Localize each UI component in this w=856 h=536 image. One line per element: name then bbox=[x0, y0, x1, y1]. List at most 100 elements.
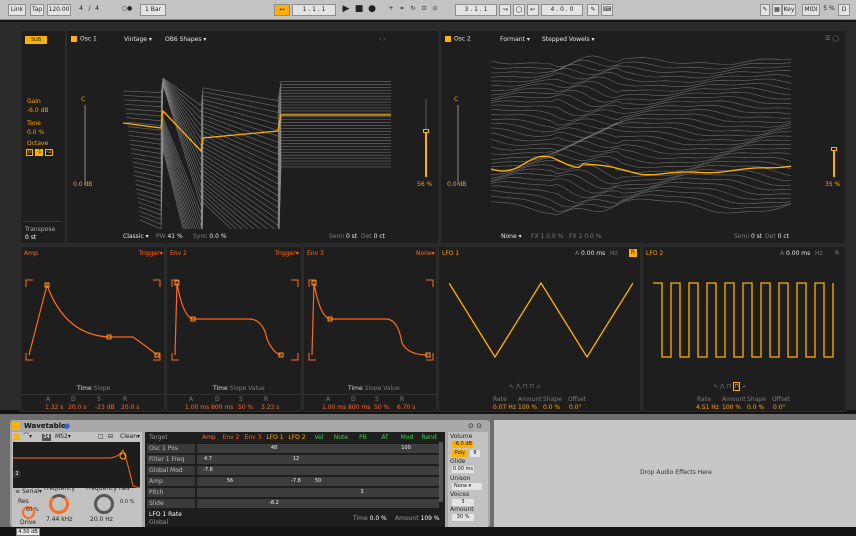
matrix-cell[interactable] bbox=[263, 477, 285, 486]
filter-type-icon[interactable]: ⌒▾ bbox=[23, 434, 32, 440]
lfo-attack[interactable]: A 0.00 ms bbox=[780, 251, 810, 257]
matrix-cell[interactable] bbox=[395, 499, 417, 508]
matrix-cell[interactable] bbox=[329, 444, 351, 453]
sustain-value[interactable]: 50 % bbox=[238, 405, 253, 411]
arrangement-position[interactable]: 1 . 1 . 1 bbox=[292, 4, 336, 16]
matrix-cell[interactable] bbox=[395, 466, 417, 475]
filter-routing-icon[interactable]: ⊟ bbox=[108, 434, 113, 440]
osc1-detune[interactable]: Det 0 ct bbox=[361, 234, 385, 240]
decay-value[interactable]: 800 ms bbox=[211, 405, 233, 411]
release-value[interactable]: 20.0 s bbox=[121, 405, 139, 411]
amp-envelope-display[interactable] bbox=[25, 279, 161, 361]
lfo-retrigger[interactable]: R bbox=[835, 251, 839, 257]
osc2-position-value[interactable]: 35 % bbox=[825, 182, 840, 188]
draw-mode-icon[interactable]: ✎ bbox=[587, 4, 599, 16]
sustain-value[interactable]: 50 % bbox=[374, 405, 389, 411]
matrix-cell[interactable] bbox=[307, 444, 329, 453]
matrix-cell[interactable] bbox=[241, 466, 263, 475]
matrix-cell[interactable] bbox=[241, 455, 263, 464]
sig-numerator[interactable]: 4 bbox=[76, 4, 86, 16]
matrix-row-target[interactable]: Slide bbox=[147, 499, 195, 508]
hotswap-icon[interactable]: ● bbox=[64, 423, 70, 430]
matrix-cell[interactable] bbox=[241, 488, 263, 497]
matrix-cell[interactable]: 56 bbox=[219, 477, 241, 486]
matrix-cell[interactable] bbox=[307, 499, 329, 508]
matrix-cell[interactable] bbox=[373, 477, 395, 486]
matrix-cell[interactable] bbox=[307, 488, 329, 497]
rate-value[interactable]: 4.51 Hz bbox=[696, 405, 719, 411]
osc1-wavetable-display[interactable] bbox=[123, 53, 393, 229]
offset-value[interactable]: 0.0° bbox=[569, 405, 582, 411]
osc2-header[interactable]: Osc 2 bbox=[445, 36, 471, 43]
lfo-retrigger[interactable]: R bbox=[629, 249, 637, 257]
stop-icon[interactable]: ■ bbox=[354, 4, 364, 16]
loop-icon[interactable]: ◯ bbox=[513, 4, 525, 16]
sub-gain-value[interactable]: -6.0 dB bbox=[27, 108, 49, 114]
osc1-header[interactable]: Osc 1 bbox=[71, 36, 97, 43]
osc2-gain-slider[interactable] bbox=[457, 105, 459, 185]
lfo-hz-toggle[interactable]: Hz bbox=[610, 251, 618, 257]
matrix-cell[interactable] bbox=[417, 499, 439, 508]
filter-toggle[interactable] bbox=[14, 434, 20, 440]
quantization-menu[interactable]: 1 Bar bbox=[140, 4, 166, 16]
osc2-wavetable-menu[interactable]: Stepped Vowels ▾ bbox=[542, 37, 595, 43]
link-button[interactable]: Link bbox=[8, 4, 26, 16]
res-value[interactable]: 60 % bbox=[26, 508, 39, 513]
freq-res-value[interactable]: 20.0 Hz bbox=[90, 517, 113, 523]
matrix-cell[interactable] bbox=[219, 455, 241, 464]
osc1-gain-slider[interactable] bbox=[84, 105, 86, 185]
matrix-cell[interactable] bbox=[197, 488, 219, 497]
matrix-cell[interactable] bbox=[329, 477, 351, 486]
matrix-cell[interactable] bbox=[219, 466, 241, 475]
osc1-effect-menu[interactable]: Classic ▾ bbox=[123, 234, 149, 240]
osc1-category-menu[interactable]: Vintage ▾ bbox=[124, 37, 152, 43]
attack-value[interactable]: 1.00 ms bbox=[185, 405, 209, 411]
matrix-cell[interactable] bbox=[197, 477, 219, 486]
matrix-amount[interactable]: Amount 109 % bbox=[395, 516, 440, 522]
matrix-cell[interactable] bbox=[395, 455, 417, 464]
matrix-cell[interactable] bbox=[285, 444, 307, 453]
filter-view-icon[interactable]: □ bbox=[98, 434, 104, 440]
matrix-row-target[interactable]: Filter 1 Freq bbox=[147, 455, 195, 464]
lfo1-display[interactable] bbox=[449, 279, 633, 361]
decay-value[interactable]: 20.0 s bbox=[68, 405, 86, 411]
matrix-cell[interactable] bbox=[329, 499, 351, 508]
matrix-time[interactable]: Time 0.0 % bbox=[353, 516, 387, 522]
matrix-cell[interactable]: 3 bbox=[351, 488, 373, 497]
osc2-effect-menu[interactable]: None ▾ bbox=[501, 234, 522, 240]
matrix-cell[interactable] bbox=[219, 488, 241, 497]
osc1-position-value[interactable]: 56 % bbox=[417, 182, 432, 188]
sustain-value[interactable]: -23 dB bbox=[95, 405, 115, 411]
osc1-toggle-icon[interactable] bbox=[71, 36, 77, 42]
matrix-cell[interactable] bbox=[351, 466, 373, 475]
osc2-view-icon[interactable]: ☰ ◯ bbox=[825, 36, 839, 42]
matrix-cell[interactable] bbox=[351, 455, 373, 464]
matrix-row-target[interactable]: Global Mod bbox=[147, 466, 195, 475]
metronome-button[interactable]: ○● bbox=[118, 4, 136, 16]
unison-amount-value[interactable]: 30 % bbox=[452, 514, 474, 521]
filter-mode-menu[interactable]: MS2▾ bbox=[55, 434, 71, 440]
octave-minus-1[interactable]: -1 bbox=[35, 149, 43, 156]
filter-serial-menu[interactable]: ≡ Serial▾ bbox=[15, 489, 42, 495]
keyboard-icon[interactable]: ▦ bbox=[772, 4, 782, 16]
play-icon[interactable]: ▶ bbox=[341, 4, 351, 16]
matrix-cell[interactable] bbox=[219, 444, 241, 453]
osc2-wavetable-display[interactable] bbox=[491, 53, 797, 229]
env3-display[interactable] bbox=[308, 279, 434, 361]
matrix-cell[interactable] bbox=[395, 488, 417, 497]
matrix-cell[interactable] bbox=[329, 455, 351, 464]
release-value[interactable]: 6.70 s bbox=[397, 405, 415, 411]
matrix-cell[interactable]: -7.8 bbox=[285, 477, 307, 486]
env-mode-menu[interactable]: Trigger▾ bbox=[275, 251, 299, 257]
matrix-cell[interactable] bbox=[373, 499, 395, 508]
osc2-toggle-icon[interactable] bbox=[445, 36, 451, 42]
matrix-cell[interactable] bbox=[373, 444, 395, 453]
tap-button[interactable]: Tap bbox=[30, 4, 44, 16]
lfo-shape-selector[interactable]: ∿ ⋀ ⊓ ⊓ ⩘ bbox=[713, 382, 745, 391]
computer-keyboard-icon[interactable]: ⌨ bbox=[601, 4, 613, 16]
osc1-position-slider[interactable] bbox=[423, 99, 429, 177]
capture-icon[interactable]: ⊙ bbox=[430, 4, 440, 16]
rate-value[interactable]: 0.07 Hz bbox=[493, 405, 516, 411]
matrix-cell[interactable] bbox=[351, 477, 373, 486]
voices-select[interactable]: 8 bbox=[470, 450, 480, 457]
